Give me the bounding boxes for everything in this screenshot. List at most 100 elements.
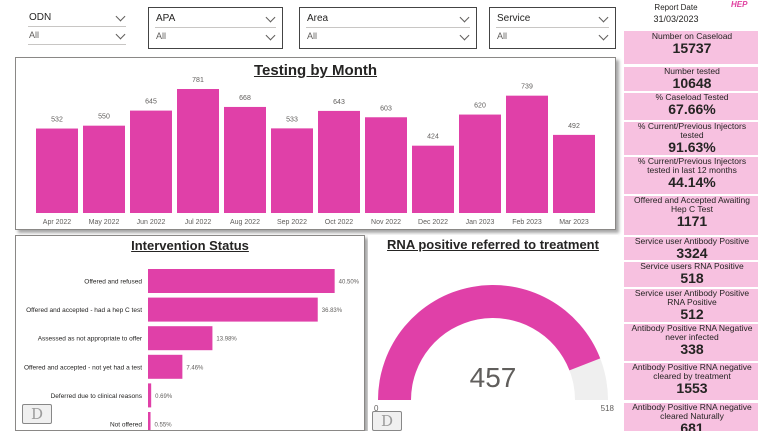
divider (496, 27, 609, 28)
d-logo: D (22, 404, 52, 424)
kpi-separator (624, 155, 758, 157)
kpi-card: Number on Caseload 15737 (624, 31, 758, 64)
intervention-status-chart: Offered and refused 40.50% Offered and acc… (24, 269, 360, 430)
service-filter-label: Service (497, 13, 531, 24)
bar-value-label: 781 (192, 77, 204, 84)
kpi-card: Service user Antibody Positive RNA Posit… (624, 288, 758, 326)
bar[interactable] (148, 354, 183, 379)
x-tick-label: Sep 2022 (277, 219, 307, 226)
kpi-separator (624, 361, 758, 363)
kpi-card: % Current/Previous Injectors tested in l… (624, 156, 758, 194)
chevron-down-icon[interactable] (265, 12, 276, 23)
kpi-label: Antibody Positive RNA Negative never inf… (631, 323, 753, 342)
bar[interactable] (271, 128, 313, 213)
kpi-card: Antibody Positive RNA negative cleared b… (624, 362, 758, 400)
kpi-value: 44.14% (668, 174, 716, 190)
intervention-status-panel: Intervention Status Offered and refused 4… (15, 235, 365, 431)
area-filter[interactable]: Area All (299, 7, 477, 49)
category-label: Not offered (110, 422, 142, 429)
bar[interactable] (148, 412, 151, 430)
chevron-down-icon[interactable] (598, 30, 609, 41)
kpi-separator (624, 91, 758, 93)
chevron-down-icon[interactable] (459, 30, 470, 41)
area-filter-value: All (307, 31, 318, 41)
rna-gauge-chart: 4570 518 (374, 285, 615, 413)
category-label: Offered and refused (84, 279, 142, 286)
bar-value-label: 645 (145, 99, 157, 106)
bar[interactable] (459, 114, 501, 213)
apa-filter-label: APA (156, 13, 176, 24)
bar-value-label: 492 (568, 123, 580, 130)
bar[interactable] (83, 125, 125, 213)
bar-value-label: 532 (51, 117, 63, 124)
bar-value-label: 40.50% (339, 280, 360, 286)
kpi-separator (624, 65, 758, 67)
gauge-max-label: 518 (601, 404, 615, 413)
bar[interactable] (506, 95, 548, 213)
chevron-down-icon[interactable] (265, 30, 276, 41)
kpi-card: Antibody Positive RNA Negative never inf… (624, 323, 758, 361)
bar[interactable] (553, 134, 595, 213)
kpi-separator (624, 235, 758, 237)
apa-filter-value: All (156, 31, 167, 41)
kpi-label: Antibody Positive RNA negative cleared b… (632, 362, 752, 381)
hep-c-u-later-logo: HEP (731, 0, 748, 9)
bar[interactable] (318, 110, 360, 213)
kpi-column: Report Date 31/03/2023 HEP Number on Cas… (622, 0, 758, 431)
rna-positive-panel: RNA positive referred to treatment 457 0 5… (368, 235, 618, 431)
divider (28, 26, 126, 27)
chevron-down-icon[interactable] (459, 12, 470, 23)
x-tick-label: Dec 2022 (418, 219, 448, 226)
kpi-value: 681 (680, 420, 704, 431)
x-tick-label: Apr 2022 (43, 219, 72, 226)
category-label: Offered and accepted - had a hep C test (26, 307, 142, 314)
kpi-card: Antibody Positive RNA negative cleared N… (624, 402, 758, 431)
bar[interactable] (412, 145, 454, 213)
kpi-value: 10648 (672, 75, 712, 91)
kpi-value: 15737 (672, 40, 712, 56)
x-tick-label: Mar 2023 (559, 219, 589, 226)
bar[interactable] (148, 326, 213, 351)
report-date-header: Report Date 31/03/2023 HEP (622, 0, 758, 30)
bar[interactable] (148, 297, 318, 322)
bar[interactable] (148, 383, 152, 408)
service-filter[interactable]: Service All (489, 7, 616, 49)
bar-value-label: 643 (333, 99, 345, 106)
bar-value-label: 739 (521, 84, 533, 91)
bar[interactable] (130, 110, 172, 213)
bar-value-label: 424 (427, 134, 439, 141)
odn-filter-label: ODN (29, 12, 52, 23)
bar[interactable] (177, 89, 219, 213)
x-tick-label: Jun 2022 (137, 219, 166, 226)
kpi-card: Number tested 10648 (624, 66, 758, 93)
bar-value-label: 0.55% (155, 423, 173, 429)
kpi-card: % Caseload Tested 67.66% (624, 92, 758, 123)
kpi-separator (624, 401, 758, 403)
area-filter-label: Area (307, 13, 329, 24)
bar[interactable] (365, 117, 407, 213)
odn-filter[interactable]: ODN All (22, 7, 132, 47)
kpi-separator (624, 260, 758, 262)
x-tick-label: Jul 2022 (185, 219, 212, 226)
bar[interactable] (148, 269, 335, 293)
chevron-down-icon[interactable] (598, 12, 609, 23)
kpi-separator (624, 287, 758, 289)
kpi-label: % Current/Previous Injectors tested (637, 121, 747, 140)
kpi-value: 91.63% (668, 139, 716, 155)
apa-filter[interactable]: APA All (148, 7, 283, 49)
report-date-label: Report Date (654, 3, 698, 12)
bar-value-label: 668 (239, 95, 251, 102)
divider (155, 27, 276, 28)
testing-by-month-chart: 532 Apr 2022 550 May 2022 645 Jun 2022 781 Jul … (36, 77, 595, 226)
x-tick-label: Oct 2022 (325, 219, 354, 226)
bar[interactable] (224, 106, 266, 213)
kpi-value: 512 (680, 306, 704, 322)
kpi-value: 338 (680, 341, 704, 357)
bar[interactable] (36, 128, 78, 213)
chevron-down-icon[interactable] (115, 29, 126, 40)
d-logo: D (372, 411, 402, 431)
category-label: Deferred due to clinical reasons (51, 393, 143, 400)
report-date-value: 31/03/2023 (653, 14, 699, 24)
chevron-down-icon[interactable] (115, 11, 126, 22)
kpi-value: 3324 (676, 245, 708, 261)
